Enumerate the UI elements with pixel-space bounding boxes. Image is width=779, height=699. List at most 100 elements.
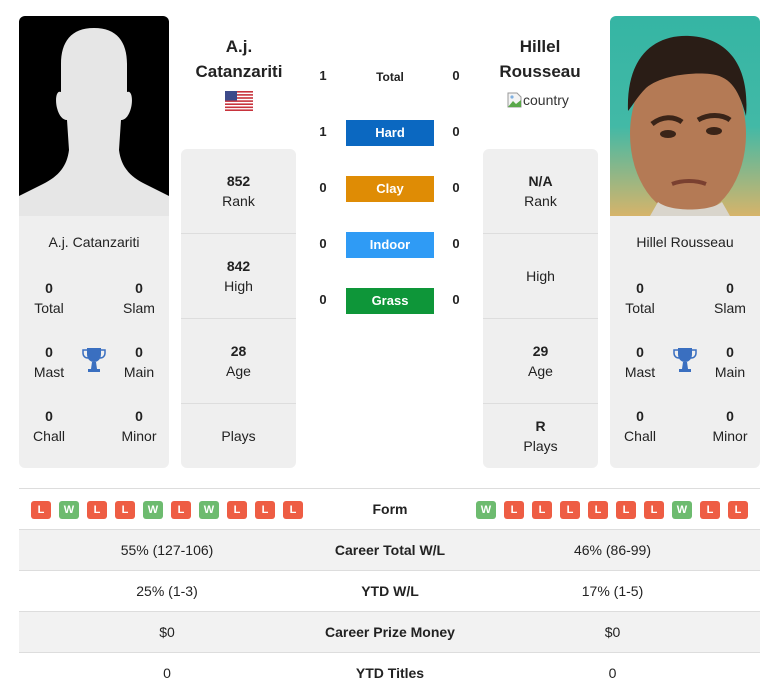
form-win-badge[interactable]: W [199, 501, 219, 519]
trophy-icon [82, 346, 106, 374]
player-right-name-heading[interactable]: Hillel Rousseau [475, 34, 605, 84]
h2h-label-total: Total [376, 70, 404, 84]
player-left-full-name: A.j. Catanzariti [48, 234, 140, 250]
titles-minor-label: Minor [712, 428, 748, 444]
form-loss-badge[interactable]: L [700, 501, 720, 519]
titles-minor: 0 Minor [700, 406, 760, 446]
titles-main-label: Main [123, 364, 155, 380]
titles-slam: 0 Slam [109, 278, 169, 318]
surface-badge-indoor[interactable]: Indoor [346, 232, 434, 258]
surface-badge-hard[interactable]: Hard [346, 120, 434, 146]
player-portrait-icon [627, 35, 747, 216]
country-alt-text: country [523, 92, 569, 108]
form-loss-badge[interactable]: L [728, 501, 748, 519]
titles-chall: 0 Chall [610, 406, 670, 446]
h2h-left-count: 0 [319, 236, 327, 251]
titles-mast-value: 0 [45, 344, 53, 360]
h2h-row-grass: 0 Grass 0 [310, 288, 470, 314]
titles-mast-label: Mast [624, 364, 656, 380]
player-right-country: country [507, 92, 569, 108]
h2h-row-total: 1 Total 0 [310, 64, 470, 90]
player-right-photo [610, 16, 760, 216]
left-value: 55% (127-106) [120, 542, 214, 558]
h2h-left-count: 1 [319, 124, 327, 139]
titles-chall-value: 0 [45, 408, 53, 424]
player-left-stats-panel: 852 Rank 842 High 28 Age Plays [181, 149, 296, 468]
stat-rank-label: Rank [222, 193, 255, 209]
left-value: $0 [159, 624, 175, 640]
player-right-first-name: Hillel [519, 37, 561, 56]
stat-plays-label: Plays [523, 438, 558, 454]
form-win-badge[interactable]: W [59, 501, 79, 519]
stat-high: High [483, 234, 598, 319]
stat-rank: 852 Rank [181, 149, 296, 234]
titles-chall-label: Chall [33, 428, 65, 444]
stat-high-label: High [224, 278, 253, 294]
stat-age: 29 Age [483, 319, 598, 404]
stat-plays-value: R [535, 418, 546, 434]
titles-chall: 0 Chall [19, 406, 79, 446]
stat-rank: N/A Rank [483, 149, 598, 234]
stat-rank-value: N/A [528, 173, 553, 189]
form-loss-badge[interactable]: L [560, 501, 580, 519]
titles-minor-label: Minor [121, 428, 157, 444]
left-value: 25% (1-3) [136, 583, 198, 599]
titles-mast: 0 Mast [610, 342, 670, 382]
surface-badge-clay[interactable]: Clay [346, 176, 434, 202]
form-loss-badge[interactable]: L [644, 501, 664, 519]
form-win-badge[interactable]: W [476, 501, 496, 519]
player-right-stats-panel: N/A Rank High 29 Age R Plays [483, 149, 598, 468]
h2h-right-count: 0 [452, 68, 460, 83]
h2h-row-clay: 0 Clay 0 [310, 176, 470, 202]
table-row-ytd-wl: 25% (1-3) YTD W/L 17% (1-5) [19, 570, 760, 611]
titles-slam-value: 0 [726, 280, 734, 296]
titles-slam: 0 Slam [700, 278, 760, 318]
comparison-table: LWLLWLWLLL Form WLLLLLLWLL 55% (127-106)… [19, 488, 760, 693]
titles-minor-value: 0 [726, 408, 734, 424]
h2h-right-count: 0 [452, 236, 460, 251]
form-win-badge[interactable]: W [143, 501, 163, 519]
form-label: Form [372, 501, 408, 517]
form-loss-badge[interactable]: L [504, 501, 524, 519]
titles-minor: 0 Minor [109, 406, 169, 446]
player-left-titles-card: A.j. Catanzariti 0 Total 0 Slam 0 Mast 0 Mai… [19, 216, 169, 468]
form-loss-badge[interactable]: L [227, 501, 247, 519]
stat-age: 28 Age [181, 319, 296, 404]
titles-total-value: 0 [45, 280, 53, 296]
right-value: $0 [604, 624, 621, 640]
right-value: 46% (86-99) [573, 542, 652, 558]
form-loss-badge[interactable]: L [31, 501, 51, 519]
form-loss-badge[interactable]: L [115, 501, 135, 519]
left-value: 0 [163, 665, 171, 681]
h2h-right-count: 0 [452, 292, 460, 307]
titles-slam-label: Slam [714, 300, 746, 316]
titles-total-value: 0 [636, 280, 644, 296]
form-loss-badge[interactable]: L [588, 501, 608, 519]
titles-total: 0 Total [610, 278, 670, 318]
player-left-name-heading[interactable]: A.j. Catanzariti [174, 34, 304, 84]
stat-high-label: High [526, 268, 555, 284]
titles-main: 0 Main [700, 342, 760, 382]
titles-main-value: 0 [135, 344, 143, 360]
form-win-badge[interactable]: W [672, 501, 692, 519]
titles-slam-label: Slam [123, 300, 155, 316]
titles-mast-label: Mast [33, 364, 65, 380]
form-loss-badge[interactable]: L [171, 501, 191, 519]
form-loss-badge[interactable]: L [283, 501, 303, 519]
titles-mast-value: 0 [636, 344, 644, 360]
form-row: LWLLWLWLLL Form WLLLLLLWLL [19, 488, 760, 529]
form-loss-badge[interactable]: L [532, 501, 552, 519]
stat-plays: Plays [181, 404, 296, 468]
h2h-right-count: 0 [452, 124, 460, 139]
form-left: LWLLWLWLLL [31, 501, 303, 519]
form-loss-badge[interactable]: L [87, 501, 107, 519]
table-row-career-wl: 55% (127-106) Career Total W/L 46% (86-9… [19, 529, 760, 570]
surface-badge-grass[interactable]: Grass [346, 288, 434, 314]
stat-age-label: Age [528, 363, 553, 379]
form-right: WLLLLLLWLL [476, 501, 748, 519]
form-loss-badge[interactable]: L [616, 501, 636, 519]
titles-total-label: Total [34, 300, 64, 316]
h2h-row-hard: 1 Hard 0 [310, 120, 470, 146]
form-loss-badge[interactable]: L [255, 501, 275, 519]
stat-plays-label: Plays [221, 428, 256, 444]
